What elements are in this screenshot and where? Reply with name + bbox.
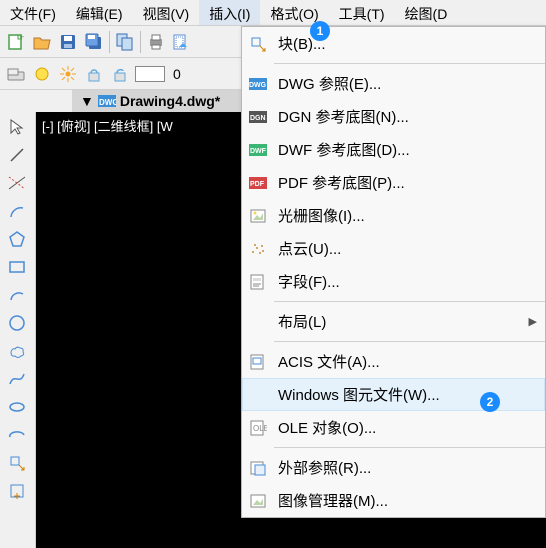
annotation-badge-1: 1 — [310, 21, 330, 41]
menu-item-acis[interactable]: ACIS 文件(A)... — [242, 345, 545, 378]
raster-icon — [248, 206, 268, 226]
open-icon[interactable] — [31, 31, 53, 53]
svg-text:DWG: DWG — [249, 82, 267, 89]
svg-text:DWG: DWG — [99, 98, 116, 107]
layer-color-icon[interactable] — [5, 63, 27, 85]
lock-icon[interactable] — [83, 63, 105, 85]
tab-close-marker[interactable]: ▼ — [80, 93, 94, 109]
menu-view[interactable]: 视图(V) — [133, 0, 200, 25]
pointcloud-icon — [248, 239, 268, 259]
light-icon[interactable] — [31, 63, 53, 85]
tool-spline-icon[interactable] — [6, 368, 28, 390]
menu-item-field[interactable]: 字段(F)... — [242, 265, 545, 298]
freeze-icon[interactable] — [57, 63, 79, 85]
menu-item-dgn-ref[interactable]: DGN DGN 参考底图(N)... — [242, 100, 545, 133]
menu-label: 字段(F)... — [278, 271, 340, 292]
block-icon — [248, 34, 268, 54]
tool-arc2-icon[interactable] — [6, 284, 28, 306]
dwg-icon: DWG — [248, 74, 268, 94]
color-swatch[interactable] — [135, 66, 165, 82]
menu-item-ole[interactable]: OLE OLE 对象(O)... — [242, 411, 545, 444]
save-as-icon[interactable] — [83, 31, 105, 53]
tool-ellipse-icon[interactable] — [6, 396, 28, 418]
menu-file[interactable]: 文件(F) — [0, 0, 66, 25]
field-icon — [248, 272, 268, 292]
ole-icon: OLE — [248, 418, 268, 438]
menu-label: 外部参照(R)... — [278, 457, 371, 478]
menu-label: 图像管理器(M)... — [278, 490, 388, 511]
menu-item-imgmgr[interactable]: 图像管理器(M)... — [242, 484, 545, 517]
menu-item-dwg-ref[interactable]: DWG DWG 参照(E)... — [242, 67, 545, 100]
blank-icon — [248, 385, 268, 405]
tool-line-icon[interactable] — [6, 144, 28, 166]
menu-label: Windows 图元文件(W)... — [278, 384, 440, 405]
pdf-icon: PDF — [248, 173, 268, 193]
menu-label: 布局(L) — [278, 311, 326, 332]
xref-icon — [248, 458, 268, 478]
acis-icon — [248, 352, 268, 372]
menubar: 文件(F) 编辑(E) 视图(V) 插入(I) 格式(O) 工具(T) 绘图(D — [0, 0, 546, 26]
tool-rect-icon[interactable] — [6, 256, 28, 278]
menu-label: DWF 参考底图(D)... — [278, 139, 410, 160]
submenu-arrow-icon: ▶ — [529, 315, 537, 328]
insert-dropdown: 块(B)... DWG DWG 参照(E)... DGN DGN 参考底图(N)… — [241, 26, 546, 518]
document-filename: Drawing4.dwg* — [120, 93, 220, 109]
menu-label: DWG 参照(E)... — [278, 73, 381, 94]
unlock-icon[interactable] — [109, 63, 131, 85]
tool-circle-icon[interactable] — [6, 312, 28, 334]
menu-item-raster[interactable]: 光栅图像(I)... — [242, 199, 545, 232]
menu-item-pointcloud[interactable]: 点云(U)... — [242, 232, 545, 265]
print-preview-icon[interactable] — [171, 31, 193, 53]
svg-text:+: + — [19, 33, 24, 42]
menu-item-pdf-ref[interactable]: PDF PDF 参考底图(P)... — [242, 166, 545, 199]
menu-item-block[interactable]: 块(B)... — [242, 27, 545, 60]
menu-edit[interactable]: 编辑(E) — [66, 0, 133, 25]
tool-make-block-icon[interactable] — [6, 480, 28, 502]
menu-label: 点云(U)... — [278, 238, 341, 259]
imgmgr-icon — [248, 491, 268, 511]
menu-item-xref[interactable]: 外部参照(R)... — [242, 451, 545, 484]
layer-zero-label: 0 — [169, 66, 181, 82]
tool-revcloud-icon[interactable] — [6, 340, 28, 362]
menu-item-dwf-ref[interactable]: DWF DWF 参考底图(D)... — [242, 133, 545, 166]
menu-item-layout[interactable]: 布局(L) ▶ — [242, 305, 545, 338]
annotation-badge-2: 2 — [480, 392, 500, 412]
svg-text:DGN: DGN — [250, 115, 266, 122]
tool-select-icon[interactable] — [6, 116, 28, 138]
tool-arc-icon[interactable] — [6, 200, 28, 222]
menu-draw[interactable]: 绘图(D — [395, 0, 458, 25]
menu-label: 光栅图像(I)... — [278, 205, 365, 226]
tool-insert-block-icon[interactable] — [6, 452, 28, 474]
menu-insert[interactable]: 插入(I) — [199, 0, 260, 25]
tool-infinite-line-icon[interactable] — [6, 172, 28, 194]
dgn-icon: DGN — [248, 107, 268, 127]
left-toolbar — [0, 112, 36, 548]
dwg-file-icon: DWG — [98, 93, 116, 109]
svg-text:OLE: OLE — [253, 424, 267, 433]
menu-item-wmf[interactable]: Windows 图元文件(W)... — [242, 378, 545, 411]
menu-tools[interactable]: 工具(T) — [329, 0, 395, 25]
print-icon[interactable] — [145, 31, 167, 53]
tool-ellipse-arc-icon[interactable] — [6, 424, 28, 446]
menu-label: ACIS 文件(A)... — [278, 351, 380, 372]
save-icon[interactable] — [57, 31, 79, 53]
menu-label: OLE 对象(O)... — [278, 417, 376, 438]
svg-text:DWF: DWF — [250, 148, 267, 155]
menu-label: PDF 参考底图(P)... — [278, 172, 405, 193]
dwf-icon: DWF — [248, 140, 268, 160]
svg-text:PDF: PDF — [250, 181, 265, 188]
new-icon[interactable]: + — [5, 31, 27, 53]
menu-label: DGN 参考底图(N)... — [278, 106, 409, 127]
copy-icon[interactable] — [114, 31, 136, 53]
blank-icon — [248, 312, 268, 332]
tool-polygon-icon[interactable] — [6, 228, 28, 250]
